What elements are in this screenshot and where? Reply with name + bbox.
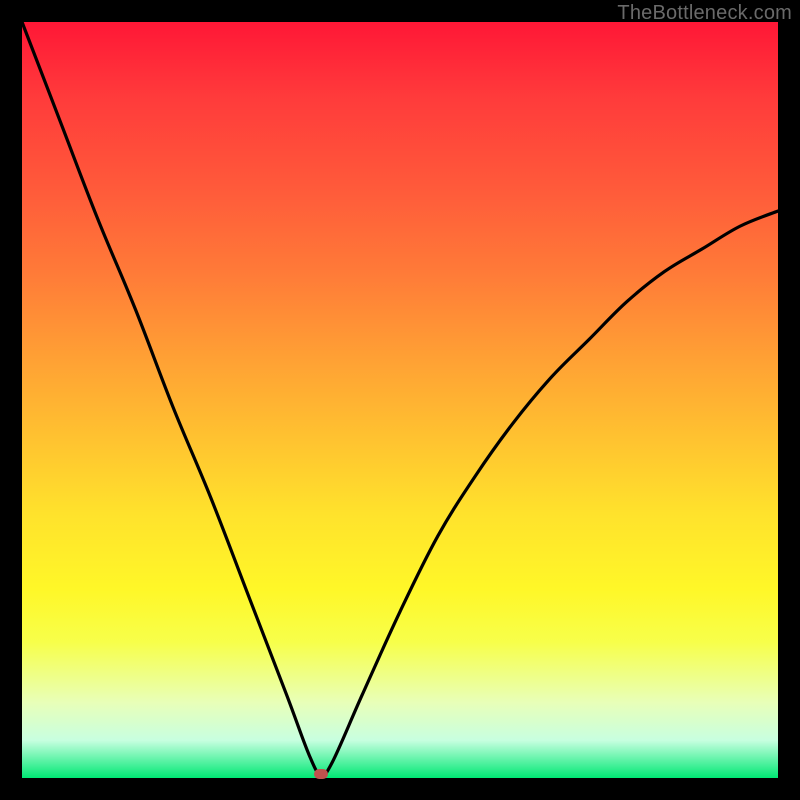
bottleneck-curve — [22, 22, 778, 778]
chart-frame: TheBottleneck.com — [0, 0, 800, 800]
minimum-marker — [314, 769, 328, 779]
plot-area — [22, 22, 778, 778]
